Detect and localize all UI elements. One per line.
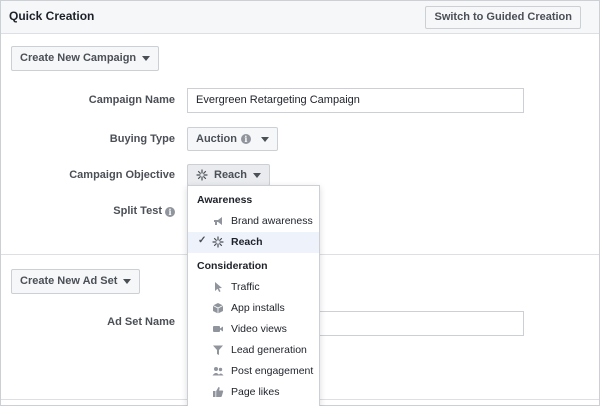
split-test-label: Split Test i (81, 205, 175, 217)
menu-item-label: Brand awareness (231, 215, 313, 227)
funnel-icon (211, 343, 225, 357)
menu-item-traffic[interactable]: Traffic (188, 277, 319, 298)
menu-item-post-engagement[interactable]: Post engagement (188, 361, 319, 382)
buying-type-label: Buying Type (109, 133, 175, 145)
split-test-text: Split Test (113, 205, 162, 217)
create-new-ad-set-label: Create New Ad Set (20, 275, 118, 287)
reach-icon (211, 235, 225, 249)
chevron-down-icon (260, 136, 269, 142)
menu-item-label: Traffic (231, 281, 260, 293)
ad-set-name-label: Ad Set Name (107, 316, 175, 328)
checkmark-icon: ✓ (198, 235, 207, 246)
buying-type-value: Auction (196, 132, 237, 145)
menu-item-label: App installs (231, 302, 285, 314)
menu-item-label: Reach (231, 236, 263, 248)
menu-item-lead-generation[interactable]: Lead generation (188, 340, 319, 361)
menu-item-label: Page likes (231, 386, 280, 398)
reach-icon (196, 169, 208, 181)
menu-group-awareness: Awareness (197, 194, 253, 206)
menu-item-reach[interactable]: ✓ Reach (188, 232, 319, 253)
panel-title: Quick Creation (9, 9, 95, 23)
menu-item-video-views[interactable]: Video views (188, 319, 319, 340)
chevron-down-icon (123, 279, 132, 284)
menu-item-label: Post engagement (231, 365, 314, 377)
panel-header: Quick Creation Switch to Guided Creation (1, 1, 599, 34)
menu-item-label: Lead generation (231, 344, 307, 356)
campaign-name-input[interactable]: Evergreen Retargeting Campaign (187, 88, 524, 113)
create-new-ad-set-button[interactable]: Create New Ad Set (11, 269, 141, 294)
buying-type-select[interactable]: Auction i (187, 127, 278, 151)
quick-creation-panel: Quick Creation Switch to Guided Creation… (0, 0, 600, 406)
menu-group-consideration: Consideration (197, 260, 268, 272)
box-icon (211, 301, 225, 315)
menu-item-page-likes[interactable]: Page likes (188, 382, 319, 403)
megaphone-icon (211, 214, 225, 228)
create-new-campaign-button[interactable]: Create New Campaign (11, 46, 160, 71)
info-icon[interactable]: i (165, 207, 175, 217)
info-icon[interactable]: i (240, 134, 251, 144)
menu-item-label: Video views (231, 323, 287, 335)
people-icon (211, 364, 225, 378)
cursor-icon (211, 280, 225, 294)
thumbs-up-icon (211, 385, 225, 399)
chevron-down-icon (142, 56, 151, 61)
campaign-objective-menu: Awareness Brand awareness ✓ Reach Consid… (187, 185, 320, 406)
chevron-down-icon (253, 172, 262, 178)
campaign-objective-label: Campaign Objective (69, 169, 175, 181)
menu-item-app-installs[interactable]: App installs (188, 298, 319, 319)
create-new-campaign-label: Create New Campaign (20, 52, 137, 64)
campaign-name-label: Campaign Name (88, 94, 175, 106)
campaign-objective-select[interactable]: Reach (187, 164, 271, 186)
menu-item-brand-awareness[interactable]: Brand awareness (188, 211, 319, 232)
video-camera-icon (211, 322, 225, 336)
campaign-objective-value: Reach (214, 168, 248, 181)
switch-to-guided-creation-button[interactable]: Switch to Guided Creation (425, 6, 581, 29)
